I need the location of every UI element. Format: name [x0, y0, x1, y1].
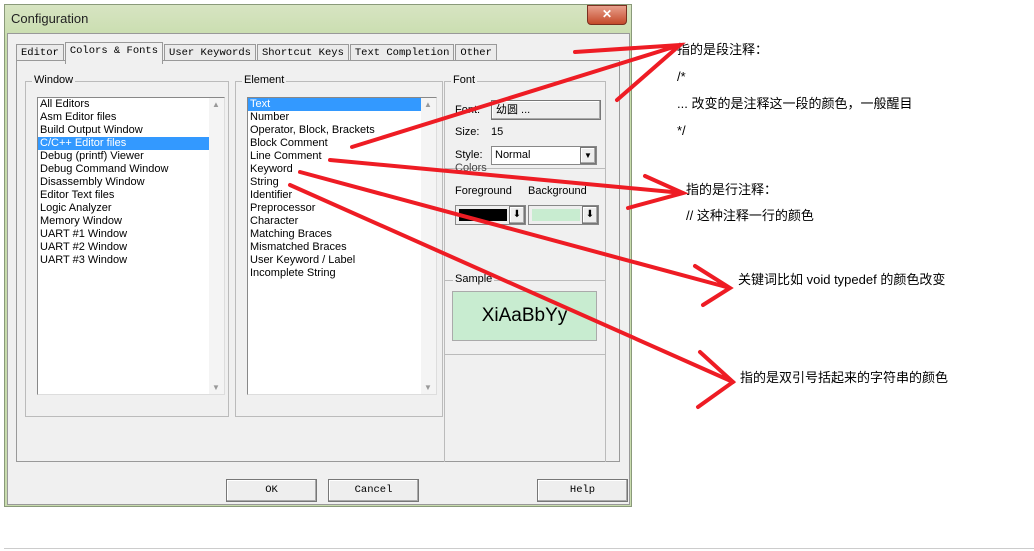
element-group: Element ▲ ▼ Text Number Operator, Block, Br…	[235, 74, 443, 417]
note-line: 指的是段注释：	[677, 42, 769, 57]
divider	[445, 354, 605, 355]
window-group-label: Window	[32, 74, 76, 86]
element-list[interactable]: ▲ ▼ Text Number Operator, Block, Brackets Bl…	[247, 97, 437, 395]
foreground-swatch	[459, 209, 507, 221]
element-list-item[interactable]: Operator, Block, Brackets	[248, 124, 436, 137]
arrow-down-icon[interactable]: ⬇	[582, 206, 598, 224]
element-list-item[interactable]: Character	[248, 215, 436, 228]
element-list-item[interactable]: Incomplete String	[248, 267, 436, 280]
style-value: Normal	[495, 149, 531, 161]
size-value: 15	[491, 126, 504, 138]
element-list-item[interactable]: Number	[248, 111, 436, 124]
style-dropdown[interactable]: Normal ▼	[491, 146, 597, 165]
arrow-down-icon[interactable]: ⬇	[509, 206, 525, 224]
element-list-item[interactable]: Text	[248, 98, 436, 111]
scrollbar[interactable]: ▲ ▼	[209, 98, 224, 394]
help-button[interactable]: Help	[537, 479, 628, 502]
element-list-item[interactable]: User Keyword / Label	[248, 254, 436, 267]
scrollbar[interactable]: ▲ ▼	[421, 98, 436, 394]
chevron-down-icon[interactable]: ▼	[580, 147, 596, 164]
element-list-item[interactable]: Mismatched Braces	[248, 241, 436, 254]
keyword-note: 关键词比如 void typedef 的颜色改变	[738, 272, 946, 287]
element-list-item[interactable]: Matching Braces	[248, 228, 436, 241]
note-line: // 这种注释一行的颜色	[686, 208, 814, 223]
window-list-item[interactable]: Build Output Window	[38, 124, 224, 137]
dialog-title: Configuration	[11, 11, 89, 26]
window-list-item[interactable]: Logic Analyzer	[38, 202, 224, 215]
colors-label: Colors	[455, 162, 487, 174]
ok-button[interactable]: OK	[226, 479, 317, 502]
element-list-item[interactable]: Block Comment	[248, 137, 436, 150]
element-group-label: Element	[242, 74, 287, 86]
window-list-item[interactable]: UART #2 Window	[38, 241, 224, 254]
window-list-item[interactable]: Memory Window	[38, 215, 224, 228]
sample-preview: XiAaBbYy	[452, 291, 597, 341]
window-list-item[interactable]: Disassembly Window	[38, 176, 224, 189]
window-list-item[interactable]: Asm Editor files	[38, 111, 224, 124]
note-line: 指的是行注释：	[686, 182, 778, 197]
note-line: */	[677, 123, 686, 138]
note-line: ... 改变的是注释这一段的颜色，一般醒目	[677, 96, 913, 111]
font-group-label: Font	[451, 74, 478, 86]
window-list-item[interactable]: Debug Command Window	[38, 163, 224, 176]
element-list-item[interactable]: String	[248, 176, 436, 189]
close-button[interactable]: ✕	[587, 5, 627, 25]
cancel-button[interactable]: Cancel	[328, 479, 419, 502]
window-list-item[interactable]: UART #1 Window	[38, 228, 224, 241]
window-list-item[interactable]: Debug (printf) Viewer	[38, 150, 224, 163]
string-note: 指的是双引号括起来的字符串的颜色	[740, 370, 949, 385]
window-list-item[interactable]: C/C++ Editor files	[38, 137, 224, 150]
configuration-dialog: Configuration ✕ Editor Colors & Fonts Us…	[4, 4, 632, 507]
tab-colors-fonts[interactable]: Colors & Fonts	[64, 42, 164, 64]
window-list-item[interactable]: UART #3 Window	[38, 254, 224, 267]
foreground-color-picker[interactable]: ⬇	[455, 205, 526, 225]
size-label: Size:	[455, 126, 480, 138]
bottom-edge	[4, 548, 1034, 549]
foreground-label: Foreground	[455, 185, 512, 197]
font-label: Font:	[455, 104, 481, 116]
note-line: /*	[677, 69, 686, 84]
background-label: Background	[528, 185, 587, 197]
block-comment-note: 指的是段注释： /* ... 改变的是注释这一段的颜色，一般醒目 */	[677, 36, 912, 144]
element-list-item[interactable]: Keyword	[248, 163, 436, 176]
window-list[interactable]: ▲ ▼ All Editors Asm Editor files Build Outp…	[37, 97, 225, 395]
element-list-item[interactable]: Identifier	[248, 189, 436, 202]
background-color-picker[interactable]: ⬇	[528, 205, 599, 225]
font-group: Font Font: 幼圆 ... Size: 15 Normal ▼ Styl…	[444, 74, 606, 462]
background-swatch	[532, 209, 580, 221]
sample-label: Sample	[453, 273, 495, 285]
element-list-item[interactable]: Preprocessor	[248, 202, 436, 215]
line-comment-note: 指的是行注释： // 这种注释一行的颜色	[686, 177, 814, 229]
style-label: Style:	[455, 149, 483, 161]
tab-panel: Window ▲ ▼ All Editors Asm Editor files Bui…	[16, 60, 620, 462]
element-list-item[interactable]: Line Comment	[248, 150, 436, 163]
font-select-button[interactable]: 幼圆 ...	[491, 100, 601, 120]
dialog-client: Editor Colors & Fonts User Keywords Shor…	[7, 33, 630, 505]
window-list-item[interactable]: Editor Text files	[38, 189, 224, 202]
window-list-item[interactable]: All Editors	[38, 98, 224, 111]
window-group: Window ▲ ▼ All Editors Asm Editor files Bui…	[25, 74, 229, 417]
